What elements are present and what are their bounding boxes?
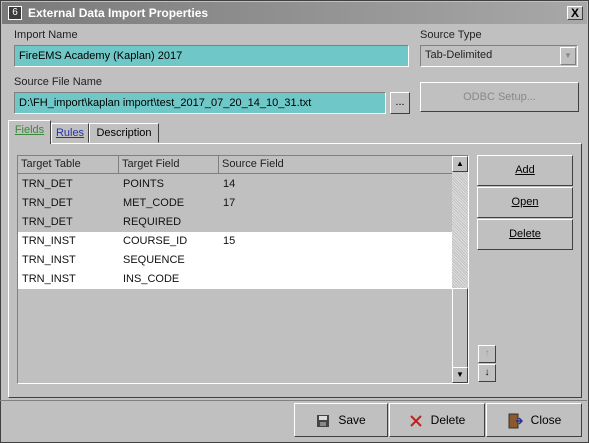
- add-button[interactable]: Add: [477, 155, 573, 186]
- save-label: Save: [338, 413, 366, 427]
- exit-door-icon: [508, 413, 523, 429]
- grid-scrollbar[interactable]: ▲ ▼: [452, 156, 468, 383]
- grid-header: Target Table Target Field Source Field: [18, 156, 452, 174]
- chevron-down-icon[interactable]: ▼: [560, 47, 576, 65]
- delete-x-icon: [409, 415, 422, 427]
- scroll-down-icon[interactable]: ▼: [452, 367, 468, 383]
- source-type-label: Source Type: [420, 29, 482, 41]
- save-button[interactable]: Save: [294, 403, 388, 437]
- table-cell: TRN_INST: [22, 254, 76, 266]
- open-button[interactable]: Open: [477, 187, 573, 218]
- scroll-up-icon[interactable]: ▲: [452, 156, 468, 172]
- table-cell: TRN_INST: [22, 235, 76, 247]
- odbc-setup-label: ODBC Setup...: [463, 91, 536, 103]
- table-cell: TRN_DET: [22, 197, 73, 209]
- source-type-select[interactable]: Tab-Delimited ▼: [420, 45, 578, 67]
- floppy-disk-icon: [317, 414, 330, 427]
- table-cell: REQUIRED: [123, 216, 182, 228]
- close-window-button[interactable]: X: [567, 6, 583, 20]
- open-label: Open: [511, 196, 539, 208]
- tab-label: Fields: [14, 124, 45, 136]
- move-down-icon[interactable]: ↓: [478, 364, 496, 382]
- move-up-icon[interactable]: ↑: [478, 345, 496, 363]
- column-header-source-field[interactable]: Source Field: [219, 156, 452, 174]
- browse-file-button[interactable]: ...: [390, 92, 410, 114]
- table-row[interactable]: TRN_DET MET_CODE 17: [18, 194, 459, 213]
- tab-description[interactable]: Description: [89, 123, 159, 143]
- fields-grid[interactable]: Target Table Target Field Source Field T…: [17, 155, 469, 384]
- source-file-label: Source File Name: [14, 76, 103, 88]
- tab-label: Description: [96, 127, 152, 139]
- table-row[interactable]: TRN_INST INS_CODE: [18, 270, 459, 289]
- delete-footer-label: Delete: [430, 413, 466, 427]
- delete-label: Delete: [509, 228, 541, 240]
- odbc-setup-button[interactable]: ODBC Setup...: [420, 82, 579, 112]
- table-cell: SEQUENCE: [123, 254, 185, 266]
- table-cell: 15: [223, 235, 236, 247]
- table-row[interactable]: TRN_INST SEQUENCE: [18, 251, 459, 270]
- table-cell: TRN_INST: [22, 273, 76, 285]
- table-cell: COURSE_ID: [123, 235, 188, 247]
- close-label: Close: [530, 413, 562, 427]
- tab-rules[interactable]: Rules: [51, 123, 89, 143]
- delete-field-button[interactable]: Delete: [477, 219, 573, 250]
- title-bar[interactable]: 6 External Data Import Properties X: [2, 2, 587, 24]
- source-type-value: Tab-Delimited: [425, 49, 493, 61]
- table-cell: 14: [223, 178, 236, 190]
- table-cell: TRN_DET: [22, 178, 73, 190]
- tab-fields[interactable]: Fields: [8, 120, 51, 144]
- table-cell: TRN_DET: [22, 216, 73, 228]
- column-header-target-table[interactable]: Target Table: [18, 156, 119, 174]
- add-label: Add: [515, 164, 535, 176]
- import-name-label: Import Name: [14, 29, 78, 41]
- table-row[interactable]: TRN_DET REQUIRED: [18, 213, 459, 232]
- close-button[interactable]: Close: [486, 403, 582, 437]
- scroll-thumb[interactable]: [452, 288, 468, 368]
- table-cell: MET_CODE: [123, 197, 185, 209]
- source-file-field[interactable]: D:\FH_import\kaplan import\test_2017_07_…: [14, 92, 386, 114]
- tab-label: Rules: [55, 127, 85, 139]
- table-cell: POINTS: [123, 178, 164, 190]
- table-row[interactable]: TRN_DET POINTS 14: [18, 175, 459, 194]
- table-cell: 17: [223, 197, 236, 209]
- import-name-field[interactable]: FireEMS Academy (Kaplan) 2017: [14, 45, 409, 67]
- app-icon: 6: [8, 6, 22, 20]
- table-cell: INS_CODE: [123, 273, 180, 285]
- window-title: External Data Import Properties: [28, 6, 209, 20]
- column-header-target-field[interactable]: Target Field: [119, 156, 219, 174]
- delete-button[interactable]: Delete: [389, 403, 485, 437]
- table-row[interactable]: TRN_INST COURSE_ID 15: [18, 232, 459, 251]
